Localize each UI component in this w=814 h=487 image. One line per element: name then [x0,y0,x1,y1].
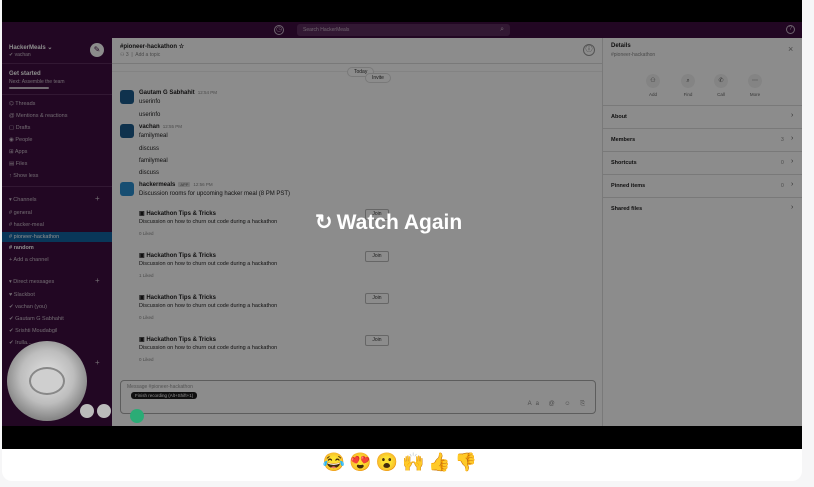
reaction-thumbs-up[interactable]: 👍 [428,452,454,472]
record-indicator[interactable] [130,409,144,423]
webcam-control-button[interactable] [97,404,111,418]
webcam-control-button[interactable] [80,404,94,418]
video-card: ◷ Search HackerMeals ⌕ ? HackerMeals ⌄ ✔… [2,0,802,481]
reaction-thumbs-down[interactable]: 👎 [455,452,481,472]
reaction-raised-hands[interactable]: 🙌 [402,452,428,472]
reaction-laugh[interactable]: 😂 [323,452,349,472]
reaction-heart-eyes[interactable]: 😍 [349,452,375,472]
replay-icon: ↻ [315,211,333,234]
webcam-image [29,367,65,395]
reaction-surprised[interactable]: 😮 [376,452,402,472]
webcam-bubble[interactable] [7,341,87,421]
watch-again-button[interactable]: ↻ Watch Again [315,210,462,235]
video-player[interactable]: ◷ Search HackerMeals ⌕ ? HackerMeals ⌄ ✔… [2,0,802,449]
reaction-bar: 😂😍😮🙌👍👎 [2,452,802,473]
watch-again-label: Watch Again [336,211,463,234]
